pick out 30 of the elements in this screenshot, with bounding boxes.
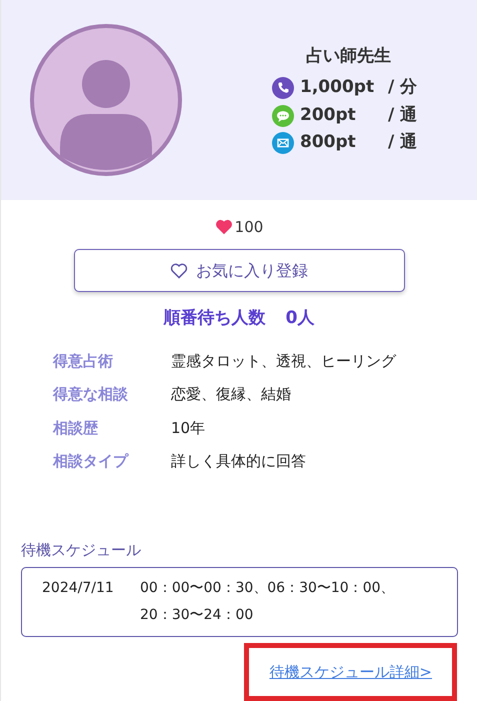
rate-unit: / 通: [388, 104, 418, 127]
like-count: 100: [234, 216, 264, 238]
queue-count: 0人: [286, 307, 314, 330]
schedule-detail-link[interactable]: 待機スケジュール詳細>: [269, 663, 432, 681]
rate-price: 1,000pt: [300, 76, 376, 100]
rate-unit: / 通: [388, 131, 418, 154]
rate-unit: / 分: [388, 76, 418, 100]
detail-label: 相談タイプ: [53, 451, 130, 472]
schedule-times: 20：30〜24：00: [140, 606, 254, 625]
detail-value: 恋愛、復縁、結婚: [171, 384, 291, 405]
chat-bubble-icon: [272, 104, 294, 126]
heart-icon: [214, 218, 233, 235]
detail-value: 10年: [171, 418, 206, 438]
schedule-title: 待機スケジュール: [21, 540, 142, 560]
detail-value: 霊感タロット、透視、ヒーリング: [171, 350, 396, 372]
favorite-button[interactable]: お気に入り登録: [74, 249, 404, 292]
envelope-icon: [272, 132, 294, 154]
avatar-icon: [30, 24, 182, 176]
schedule-times: 00：00〜00：30、06：30〜10：00、: [140, 579, 395, 598]
schedule-date: 2024/7/11: [42, 579, 115, 598]
phone-icon: [272, 77, 294, 99]
fortune-teller-name: 占い師先生: [306, 44, 392, 68]
queue-label: 順番待ち人数: [164, 307, 266, 330]
detail-label: 相談歴: [53, 418, 99, 438]
heart-outline-icon: [170, 262, 188, 278]
rate-price: 800pt: [300, 131, 357, 154]
rate-price: 200pt: [300, 104, 357, 127]
detail-value: 詳しく具体的に回答: [171, 451, 306, 472]
detail-label: 得意占術: [53, 350, 114, 372]
detail-label: 得意な相談: [53, 384, 129, 405]
